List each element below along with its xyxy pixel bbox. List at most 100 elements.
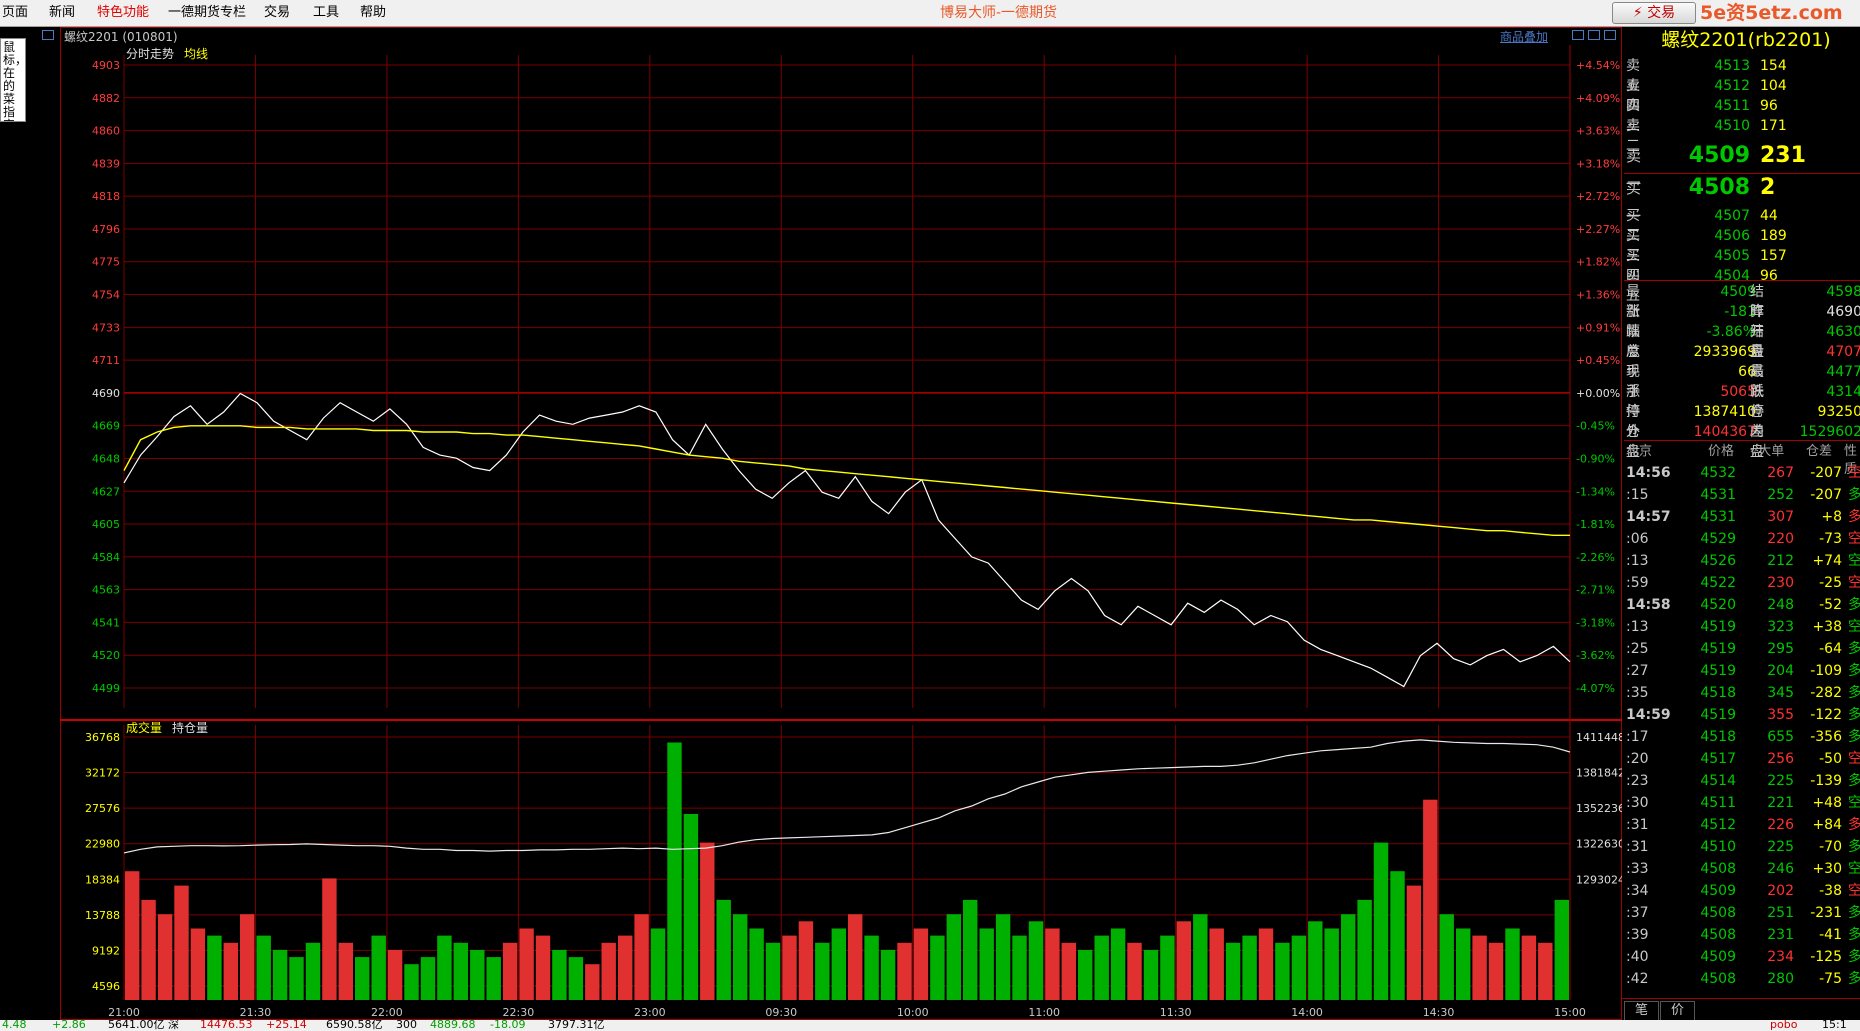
- pct-tick-label: +1.36%: [1576, 289, 1620, 302]
- volume-bar: [1423, 799, 1438, 1000]
- pct-tick-label: -3.62%: [1576, 649, 1615, 662]
- status-item: +25.14: [266, 1020, 307, 1031]
- tick-price: 4514: [1700, 773, 1736, 789]
- volume-bar: [420, 957, 436, 1000]
- pct-tick-label: +2.72%: [1576, 190, 1620, 203]
- bid-volume: 2: [1760, 175, 1776, 200]
- tick-oi-diff: -41: [1819, 927, 1842, 943]
- tick-nature: 多平: [1848, 839, 1860, 855]
- volume-bar: [305, 942, 321, 1000]
- price-tick-label: 4499: [92, 682, 120, 695]
- tick-volume: 204: [1767, 663, 1794, 679]
- pct-tick-label: +0.91%: [1576, 321, 1620, 334]
- bid-volume: 157: [1760, 248, 1787, 264]
- tick-oi-diff: -25: [1819, 575, 1842, 591]
- volume-bar: [387, 949, 403, 1000]
- stat-value: 5065: [1720, 384, 1756, 400]
- tick-time: :23: [1626, 773, 1649, 789]
- oi-tick-label: 1322630: [1576, 838, 1625, 851]
- volume-bar: [1193, 914, 1208, 1000]
- price-tick-label: 4541: [92, 616, 120, 629]
- tick-nature: 空平: [1848, 575, 1860, 591]
- volume-bar: [618, 935, 633, 1000]
- pct-tick-label: +3.63%: [1576, 125, 1620, 138]
- tick-oi-diff: +48: [1812, 795, 1842, 811]
- tick-nature: 空平: [1848, 751, 1860, 767]
- volume-bar: [519, 928, 534, 1000]
- price-tick-label: 4711: [92, 354, 120, 367]
- volume-bar: [979, 928, 994, 1000]
- tick-time: :37: [1626, 905, 1649, 921]
- price-tick-label: 4903: [92, 59, 120, 72]
- volume-bar: [1127, 942, 1142, 1000]
- volume-bar: [995, 914, 1011, 1000]
- tick-price: 4532: [1700, 465, 1736, 481]
- tick-nature: 空开: [1848, 861, 1860, 877]
- pct-tick-label: +2.27%: [1576, 223, 1620, 236]
- tick-nature: 空开: [1848, 619, 1860, 635]
- volume-bar: [338, 942, 353, 1000]
- time-tick-label: 23:00: [634, 1006, 666, 1019]
- time-tick-label: 11:30: [1160, 1006, 1192, 1019]
- tick-volume: 202: [1767, 883, 1794, 899]
- volume-bar: [700, 842, 715, 1000]
- tick-time: :06: [1626, 531, 1649, 547]
- volume-bar: [371, 935, 386, 1000]
- tick-header-price: 价格: [1708, 444, 1735, 459]
- tick-nature: 多平: [1848, 663, 1860, 679]
- stat-value: 1404367: [1693, 424, 1756, 440]
- volume-bar: [913, 928, 929, 1000]
- tab-ticks[interactable]: 笔: [1624, 1001, 1660, 1021]
- tick-price: 4518: [1700, 685, 1736, 701]
- volume-bar: [552, 949, 567, 1000]
- price-tick-label: 4882: [92, 92, 120, 105]
- tick-header-vol: √大单: [1750, 444, 1785, 459]
- tick-oi-diff: -64: [1819, 641, 1842, 657]
- time-tick-label: 14:00: [1291, 1006, 1323, 1019]
- tick-price: 4508: [1700, 927, 1736, 943]
- volume-tick-label: 9192: [92, 944, 120, 957]
- volume-bar: [1275, 942, 1290, 1000]
- intraday-chart[interactable]: 4903 +4.54% 4882 +4.09% 4860 +3.63% 4839 +3.18%…: [0, 0, 1860, 1031]
- tick-oi-diff: -52: [1819, 597, 1842, 613]
- tick-price: 4519: [1700, 707, 1736, 723]
- volume-bar: [1176, 921, 1191, 1000]
- status-item: 300: [396, 1020, 417, 1031]
- oi-legend: 持仓量: [172, 720, 208, 735]
- volume-bar: [470, 949, 485, 1000]
- tick-price: 4522: [1700, 575, 1736, 591]
- volume-tick-label: 22980: [85, 838, 120, 851]
- volume-bar: [568, 957, 584, 1000]
- volume-tick-label: 13788: [85, 909, 120, 922]
- oi-tick-label: 1381842: [1576, 767, 1625, 780]
- volume-bar: [848, 914, 863, 1000]
- volume-bar: [1554, 899, 1569, 1000]
- tick-volume: 655: [1767, 729, 1794, 745]
- tick-time: 14:57: [1626, 509, 1671, 525]
- stat-value: 4690: [1826, 304, 1860, 320]
- tick-time: :59: [1626, 575, 1649, 591]
- ask-volume: 231: [1760, 143, 1806, 168]
- status-item: pobo: [1770, 1020, 1798, 1031]
- tab-price[interactable]: 价: [1660, 1001, 1696, 1021]
- tick-time: :20: [1626, 751, 1649, 767]
- tick-volume: 225: [1767, 839, 1794, 855]
- volume-tick-label: 18384: [85, 873, 120, 886]
- tick-oi-diff: +38: [1812, 619, 1842, 635]
- status-item: 6590.58亿: [326, 1020, 383, 1031]
- volume-bar: [174, 885, 189, 1000]
- tick-volume: 295: [1767, 641, 1794, 657]
- ask-volume: 104: [1760, 78, 1787, 94]
- tick-time: :34: [1626, 883, 1649, 899]
- status-item: 15:1: [1822, 1020, 1847, 1031]
- volume-bar: [880, 949, 896, 1000]
- stat-value: 1529602: [1799, 424, 1860, 440]
- stat-value: 4314: [1826, 384, 1860, 400]
- tick-time: 14:56: [1626, 465, 1671, 481]
- stat-value: 66: [1738, 364, 1756, 380]
- tick-nature: 多开: [1848, 817, 1860, 833]
- volume-bar: [1078, 949, 1093, 1000]
- ask-volume: 96: [1760, 98, 1778, 114]
- tick-volume: 248: [1767, 597, 1794, 613]
- tick-oi-diff: -38: [1819, 883, 1842, 899]
